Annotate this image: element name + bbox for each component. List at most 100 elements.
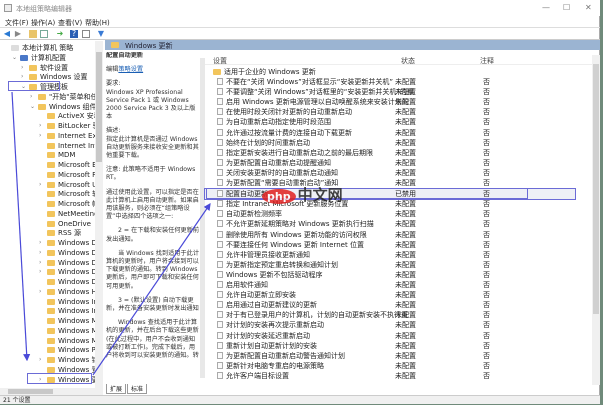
setting-row[interactable]: 为更新配置自动重新启动提醒通知 未配置 否 <box>205 158 575 168</box>
menu-file[interactable]: 文件(F) <box>5 18 29 28</box>
up-folder-icon[interactable] <box>29 30 37 38</box>
setting-comment: 否 <box>483 311 490 320</box>
menu-action[interactable]: 操作(A) <box>31 18 55 28</box>
setting-row[interactable]: 不要在“关闭 Windows”对话框显示“安装更新并关机” 未配置 否 <box>205 77 575 87</box>
chevron-right-icon[interactable]: › <box>39 131 41 141</box>
setting-row[interactable]: 对计划的安装延迟重新启动 未配置 否 <box>205 331 575 341</box>
setting-comment: 否 <box>483 341 490 350</box>
status-bar: 21 个设置 <box>0 395 600 404</box>
filter-icon[interactable]: ▼ <box>97 30 105 38</box>
policy-setting-icon <box>217 98 223 106</box>
tree-item[interactable]: ⌄ Windows 组件 <box>30 102 96 112</box>
chevron-right-icon[interactable]: › <box>39 121 41 131</box>
column-comment[interactable]: 注释 <box>480 56 494 66</box>
setting-row[interactable]: 不允许更新延期策略对 Windows 更新执行扫描 未配置 否 <box>205 219 575 229</box>
chevron-right-icon[interactable]: › <box>39 355 41 365</box>
setting-row[interactable]: 为更新配置自动重新启动警告通知计划 未配置 否 <box>205 351 575 361</box>
setting-row[interactable]: 允许非管理员接收更新通知 未配置 否 <box>205 250 575 260</box>
setting-comment: 否 <box>483 78 490 86</box>
minimize-button[interactable]: — <box>542 3 550 12</box>
tab-standard[interactable]: 标准 <box>127 384 148 394</box>
setting-row[interactable]: 对于有已登录用户的计算机，计划的自动更新安装不执行重 未配置 否 <box>205 310 575 320</box>
setting-row[interactable]: 指定 Intranet Microsoft 更新服务位置 未配置否 <box>205 199 575 209</box>
setting-state: 未配置 <box>395 220 416 229</box>
setting-row[interactable]: 为更新配置“需要自动重新启动”通知 未配置否 <box>205 178 575 188</box>
chevron-right-icon[interactable]: › <box>39 258 41 268</box>
chevron-right-icon[interactable]: › <box>39 238 41 248</box>
chevron-right-icon[interactable]: › <box>39 248 41 258</box>
tree-item[interactable]: OneDrive <box>47 219 91 229</box>
setting-name: 启用通过自动更新建议的更新 <box>226 301 317 310</box>
setting-row[interactable]: 删除使用所有 Windows 更新功能的访问权限 未配置 否 <box>205 230 575 240</box>
setting-row[interactable]: 更新针对电脑专重启的电源策略 未配置 否 <box>205 361 575 371</box>
chevron-right-icon[interactable]: › <box>30 92 32 102</box>
setting-name: 自动更新检测频率 <box>226 210 282 219</box>
chevron-right-icon[interactable]: › <box>39 180 41 190</box>
tree-item[interactable]: › 软件设置 <box>21 63 68 73</box>
folder-icon <box>47 230 55 237</box>
policy-setting-icon <box>217 311 223 319</box>
desc-p5: Windows 查找适用于此计算机的更新，并在后台下载这些更新(在此过程中，用户… <box>106 319 199 360</box>
policy-setting-icon <box>217 179 223 186</box>
tree-item[interactable]: ⌄ 计算机配置 <box>12 53 66 63</box>
tree-item[interactable]: NetMeeting <box>47 209 99 219</box>
column-setting[interactable]: 设置 <box>213 56 227 66</box>
help-icon[interactable]: ? <box>70 30 78 38</box>
policy-setting-icon <box>217 240 223 248</box>
menu-view[interactable]: 查看(V) <box>58 18 82 28</box>
setting-row[interactable]: 启用软件通知 未配置 否 <box>205 280 575 290</box>
setting-row[interactable]: 对计划的安装再次提示重新启动 未配置 否 <box>205 320 575 330</box>
export-list-icon[interactable]: ➜ <box>56 30 64 38</box>
chevron-right-icon[interactable]: › <box>39 287 41 297</box>
tree-item[interactable]: RSS 源 <box>47 228 81 238</box>
chevron-right-icon[interactable]: › <box>39 267 41 277</box>
tab-extended[interactable]: 扩展 <box>106 384 127 394</box>
menu-help[interactable]: 帮助(H) <box>85 18 110 28</box>
folder-row[interactable]: 适用于企业的 Windows 更新 <box>205 67 575 77</box>
setting-row[interactable]: 始终在计划的时间重新启动 未配置 否 <box>205 138 575 148</box>
req-text: Windows XP Professional Service Pack 1 或… <box>106 88 196 121</box>
setting-name: 允许通过按流量计费的连接自动下载更新 <box>226 128 352 137</box>
setting-row[interactable]: 允许自动更新立即安装 未配置 否 <box>205 290 575 300</box>
tree-scroll-thumb[interactable] <box>96 52 102 162</box>
setting-row[interactable]: 为更新指定预定重启转换和通知计划 未配置 否 <box>205 260 575 270</box>
setting-row[interactable]: Windows 更新不包括驱动程序 未配置 否 <box>205 270 575 280</box>
policy-setting-icon <box>217 128 223 136</box>
setting-row[interactable]: 自动更新检测频率 未配置 否 <box>205 209 575 219</box>
properties-icon[interactable] <box>82 30 90 38</box>
setting-state: 未配置 <box>395 270 416 279</box>
tree-item[interactable]: ›"开始"菜单和任务栏 <box>30 92 102 102</box>
show-hide-tree-icon[interactable] <box>40 30 48 38</box>
setting-row[interactable]: 不要调整“关闭 Windows”对话框里的“安装更新并关机”的默 未配置 否 <box>205 87 575 97</box>
list-scroll-thumb[interactable] <box>593 64 599 314</box>
chevron-down-icon[interactable]: ⌄ <box>30 102 35 112</box>
setting-row[interactable]: 在使用时段关闭针对更新的自动重新启动 未配置 否 <box>205 107 575 117</box>
setting-row[interactable]: 允许通过按流量计费的连接自动下载更新 未配置 否 <box>205 128 575 138</box>
setting-row[interactable]: 重新计划自动更新计划的安装 未配置 否 <box>205 341 575 351</box>
chevron-down-icon[interactable]: ⌄ <box>12 53 17 63</box>
setting-row[interactable]: 关闭安装更新时的自动重新启动通知 未配置 否 <box>205 168 575 178</box>
setting-row[interactable]: 启用 Windows 更新电源管理以自动唤醒系统来安装计划的 未配置 否 <box>205 97 575 107</box>
policy-setting-icon <box>217 341 223 349</box>
menu-bar: 文件(F) 操作(A) 查看(V) 帮助(H) <box>0 16 600 28</box>
setting-row[interactable]: 指定更新安装进行自动重新启动之前的最后期限 未配置 否 <box>205 148 575 158</box>
close-button[interactable]: ✕ <box>585 3 592 12</box>
folder-icon <box>47 366 55 373</box>
back-icon[interactable]: ◀ <box>3 30 11 38</box>
folder-icon <box>47 113 55 120</box>
edit-policy-link[interactable]: 策略设置 <box>118 66 143 73</box>
setting-name: 为更新指定预定重启转换和通知计划 <box>226 260 338 269</box>
column-state[interactable]: 状态 <box>401 56 415 66</box>
policy-setting-icon <box>217 88 223 96</box>
policy-setting-icon <box>217 148 223 156</box>
setting-row[interactable]: 允许客户端目标设置 未配置 否 <box>205 371 575 381</box>
tree-hscroll-thumb[interactable] <box>8 389 53 394</box>
forward-icon[interactable]: ▶ <box>14 30 22 38</box>
tree-item[interactable]: MDM <box>47 150 75 160</box>
setting-row[interactable]: 启用通过自动更新建议的更新 未配置 否 <box>205 300 575 310</box>
tree-item[interactable]: 本地计算机 策略 <box>11 43 73 53</box>
chevron-right-icon[interactable]: › <box>21 63 23 73</box>
maximize-button[interactable]: ☐ <box>563 3 570 12</box>
setting-row[interactable]: 为自动重新启动指定使用时段范围 未配置 否 <box>205 117 575 127</box>
setting-row[interactable]: 不要连接任何 Windows 更新 Internet 位置 未配置 否 <box>205 240 575 250</box>
